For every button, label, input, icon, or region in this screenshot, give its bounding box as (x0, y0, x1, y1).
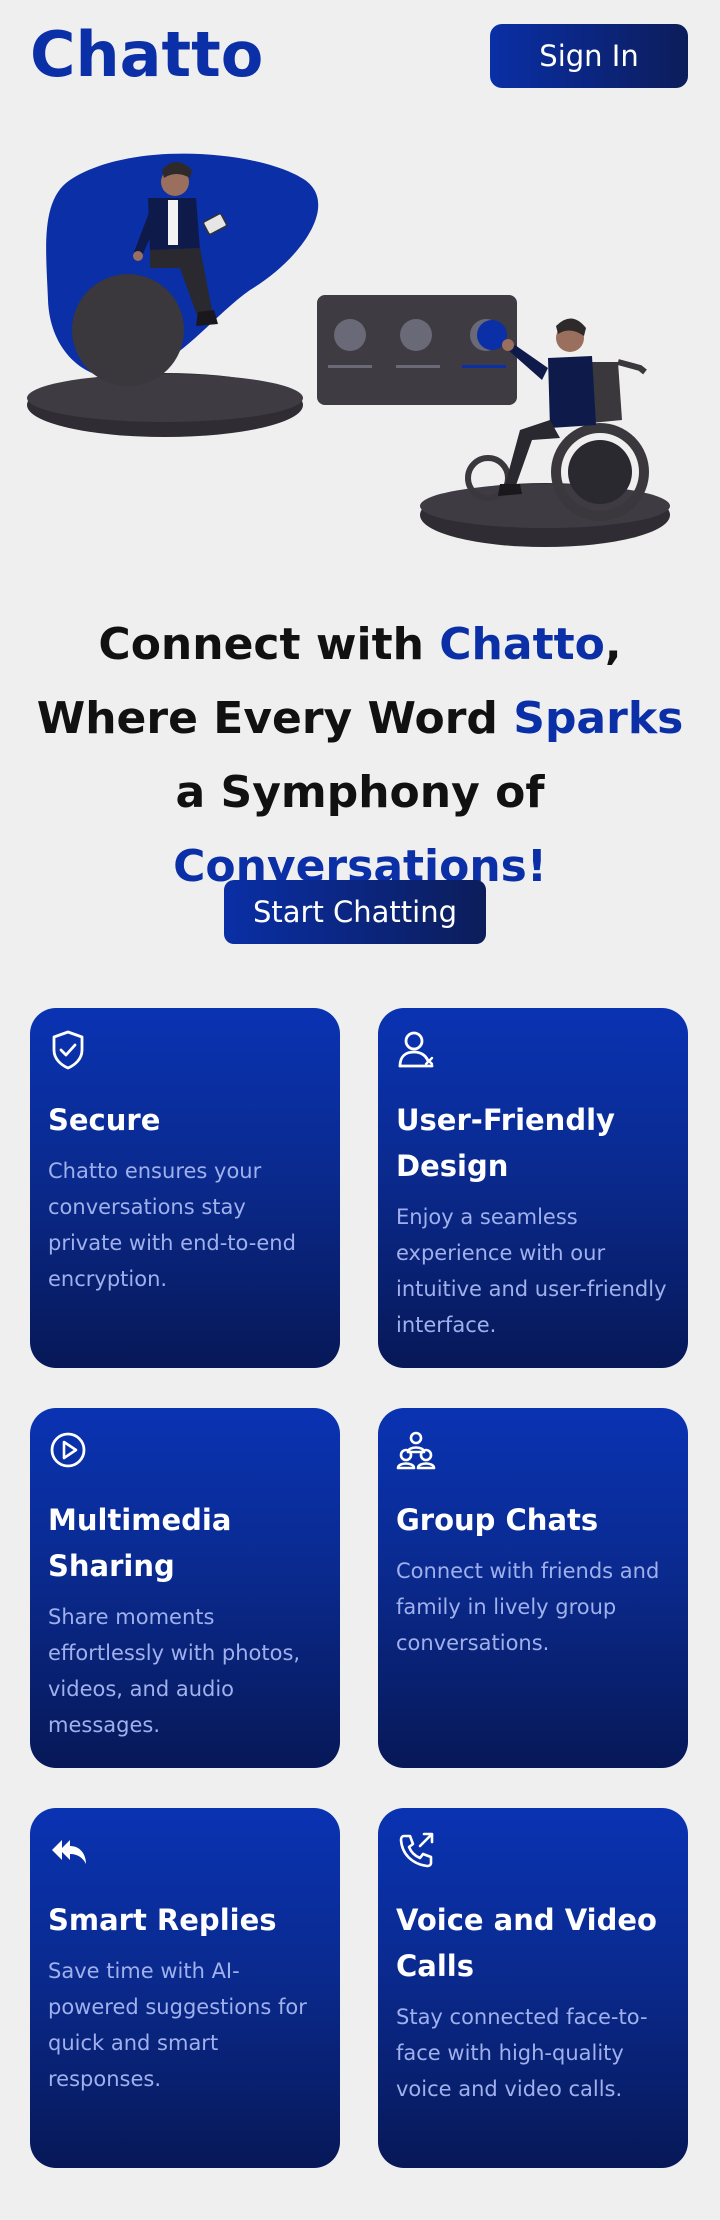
phone-call-icon (399, 1832, 434, 1868)
feature-card-voice-video: Voice and Video Calls Stay connected fac… (378, 1808, 688, 2168)
shield-check-icon (52, 1030, 84, 1070)
sign-in-button[interactable]: Sign In (490, 24, 688, 88)
feature-title: Group Chats (396, 1503, 599, 1537)
feature-desc: Chatto ensures your conversations stay p… (48, 1159, 296, 1291)
play-circle-icon (50, 1432, 86, 1468)
hero-illustration (27, 153, 670, 547)
hero-headline: Connect with Chatto, Where Every Word Sp… (20, 608, 700, 904)
feature-title: User-Friendly Design (396, 1103, 615, 1183)
feature-title: Smart Replies (48, 1903, 277, 1937)
headline-accent-sparks: Sparks (513, 693, 684, 744)
headline-accent-chatto: Chatto (439, 619, 605, 670)
feature-desc: Save time with AI-powered suggestions fo… (48, 1959, 307, 2091)
group-icon (396, 1431, 436, 1470)
user-icon (398, 1031, 434, 1068)
feature-desc: Stay connected face-to-face with high-qu… (396, 2005, 648, 2101)
feature-title: Voice and Video Calls (396, 1903, 657, 1983)
start-chatting-button[interactable]: Start Chatting (224, 880, 486, 944)
headline-part: Connect with (98, 619, 440, 670)
feature-card-user-friendly: User-Friendly Design Enjoy a seamless ex… (378, 1008, 688, 1368)
feature-card-group-chats: Group Chats Connect with friends and fam… (378, 1408, 688, 1768)
feature-desc: Share moments effortlessly with photos, … (48, 1605, 301, 1737)
feature-card-multimedia: Multimedia Sharing Share moments effortl… (30, 1408, 340, 1768)
reply-all-icon (52, 1840, 86, 1864)
feature-title: Secure (48, 1103, 161, 1137)
headline-part: a Symphony of (175, 767, 545, 818)
feature-card-secure: Secure Chatto ensures your conversations… (30, 1008, 340, 1368)
header: Chatto Sign In (0, 0, 720, 110)
logo[interactable]: Chatto (30, 18, 263, 91)
feature-desc: Connect with friends and family in livel… (396, 1559, 660, 1655)
feature-desc: Enjoy a seamless experience with our int… (396, 1205, 667, 1337)
feature-card-smart-replies: Smart Replies Save time with AI-powered … (30, 1808, 340, 2168)
feature-title: Multimedia Sharing (48, 1503, 232, 1583)
